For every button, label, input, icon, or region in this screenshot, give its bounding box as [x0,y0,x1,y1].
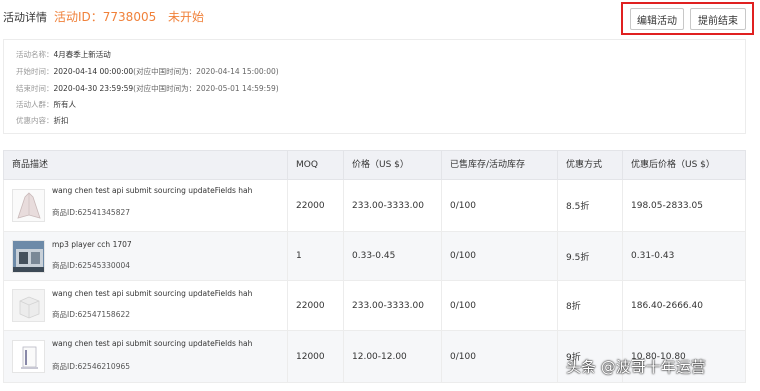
final-price-cell: 186.40-2666.40 [622,281,747,330]
final-price-cell: 198.05-2833.05 [622,180,747,231]
table-row: wang chen test api submit sourcing updat… [3,180,746,232]
watermark-text: 头条 @波哥十年运营 [566,358,706,376]
info-label: 开始时间： [16,67,54,76]
price-cell: 233.00-3333.00 [343,180,441,231]
stock-cell: 0/100 [441,331,557,382]
dress-icon [12,189,45,222]
product-name[interactable]: wang chen test api submit sourcing updat… [52,289,252,298]
action-buttons-highlight: 编辑活动 提前结束 [621,2,754,35]
discount-cell: 9.5折 [557,232,622,280]
product-cell: wang chen test api submit sourcing updat… [4,180,287,231]
info-row-audience: 活动人群：所有人 [16,99,76,110]
price-cell: 233.00-3333.00 [343,281,441,330]
table-header: 商品描述 MOQ 价格（US $） 已售库存/活动库存 优惠方式 优惠后价格（U… [3,150,746,180]
info-label: 活动人群： [16,100,54,109]
page-title: 活动详情 [3,11,47,24]
info-row-name: 活动名称：4月春季上新活动 [16,49,111,60]
info-row-start: 开始时间：2020-04-14 00:00:00(对应中国时间为：2020-04… [16,66,279,77]
box-icon [12,289,45,322]
discount-cell: 8.5折 [557,180,622,231]
activity-name: 4月春季上新活动 [53,50,111,59]
moq-cell: 22000 [287,281,343,330]
stock-cell: 0/100 [441,232,557,280]
table-row: wang chen test api submit sourcing updat… [3,281,746,331]
info-label: 结束时间： [16,84,54,93]
col-header-stock: 已售库存/活动库存 [441,151,557,179]
end-time: 2020-04-30 23:59:59 [53,84,134,93]
col-header-final-price: 优惠后价格（US $） [622,151,747,179]
info-label: 优惠内容： [16,116,54,125]
price-cell: 12.00-12.00 [343,331,441,382]
price-cell: 0.33-0.45 [343,232,441,280]
moq-cell: 1 [287,232,343,280]
product-cell: wang chen test api submit sourcing updat… [4,331,287,382]
moq-cell: 12000 [287,331,343,382]
discount-cell: 8折 [557,281,622,330]
final-price-cell: 0.31-0.43 [622,232,747,280]
start-time: 2020-04-14 00:00:00 [53,67,134,76]
table-row: mp3 player cch 1707 商品ID:62545330004 1 0… [3,232,746,281]
discount-type: 折扣 [53,116,69,125]
activity-info-panel: 活动名称：4月春季上新活动 开始时间：2020-04-14 00:00:00(对… [3,39,746,134]
col-header-discount: 优惠方式 [557,151,622,179]
end-time-cn: (对应中国时间为：2020-05-01 14:59:59) [133,84,279,93]
activity-id: 活动ID：7738005 [54,10,157,24]
stock-cell: 0/100 [441,180,557,231]
activity-status-badge: 未开始 [168,10,205,24]
product-id: 商品ID:62547158622 [52,310,131,319]
col-header-description: 商品描述 [12,160,49,170]
col-header-moq: MOQ [287,151,343,179]
info-label: 活动名称： [16,50,54,59]
product-id: 商品ID:62541345827 [52,208,131,217]
info-row-discount: 优惠内容：折扣 [16,115,69,126]
stock-cell: 0/100 [441,281,557,330]
info-row-end: 结束时间：2020-04-30 23:59:59(对应中国时间为：2020-05… [16,83,279,94]
audience: 所有人 [53,100,77,109]
product-cell: wang chen test api submit sourcing updat… [4,281,287,330]
page-header: 活动详情 活动ID：7738005 未开始 编辑活动 提前结束 [0,0,760,35]
product-name[interactable]: wang chen test api submit sourcing updat… [52,186,252,195]
product-name[interactable]: mp3 player cch 1707 [52,240,132,249]
col-header-price: 价格（US $） [343,151,441,179]
device-icon [12,340,45,373]
product-id: 商品ID:62545330004 [52,261,131,270]
product-name[interactable]: wang chen test api submit sourcing updat… [52,339,252,348]
edit-activity-button[interactable]: 编辑活动 [630,8,684,30]
end-early-button[interactable]: 提前结束 [690,8,746,30]
moq-cell: 22000 [287,180,343,231]
product-id: 商品ID:62546210965 [52,362,131,371]
machine-photo [12,240,45,273]
product-cell: mp3 player cch 1707 商品ID:62545330004 [4,232,287,280]
start-time-cn: (对应中国时间为：2020-04-14 15:00:00) [133,67,279,76]
